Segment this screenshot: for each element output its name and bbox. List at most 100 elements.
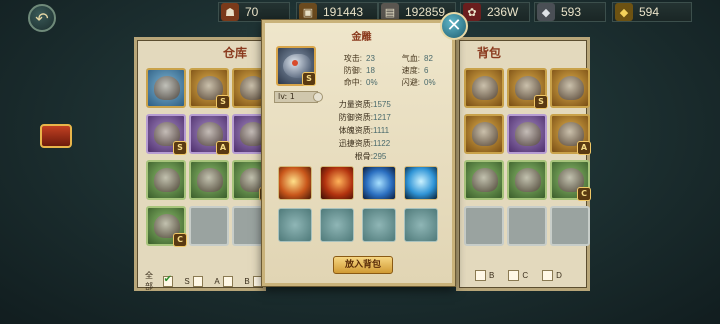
pet-slot[interactable]: C [146, 206, 187, 247]
water-orb-skill-icon[interactable] [404, 166, 438, 200]
bag-panel: 背包 S A C B C D [456, 37, 591, 291]
grade-badge: C [577, 187, 591, 201]
resource-value: 594 [639, 5, 660, 19]
close-icon: ✕ [446, 15, 462, 36]
pet-detail-modal: 金雕 S lv: 1 攻击: 23 气血: 82 防御: 18 速度: 6 命中: 0% … [262, 20, 455, 286]
bag-icon: ▣ [299, 3, 317, 21]
bag-filters: B C D [475, 270, 562, 281]
stat-label: 攻击: [343, 54, 362, 63]
grade-badge: A [216, 141, 230, 155]
pet-slot[interactable]: S [146, 114, 187, 155]
empty-skill-slot[interactable] [362, 208, 396, 242]
filter-d-checkbox[interactable] [542, 270, 554, 281]
empty-slot[interactable] [550, 206, 590, 246]
warehouse-title: 仓库 [223, 46, 248, 60]
stat-row: 攻击: 23 气血: 82 [332, 53, 452, 65]
pet-slot[interactable] [146, 160, 186, 200]
resource-value: 70 [245, 5, 259, 19]
filter-a-checkbox[interactable] [222, 275, 233, 287]
pet-icon [472, 168, 498, 192]
resource-bag: ▣ 191443 [296, 2, 378, 22]
aptitude-value: 1122 [373, 139, 391, 148]
fire-dragon-skill-icon[interactable] [278, 166, 312, 200]
aptitude-value: 1217 [373, 113, 391, 122]
empty-slot[interactable] [464, 206, 504, 246]
filter-all-label: 全部 [145, 271, 153, 291]
pet-slot[interactable]: A [550, 114, 591, 155]
pet-slot[interactable] [550, 68, 590, 108]
aptitude-value: 1111 [373, 126, 390, 135]
empty-slot[interactable] [507, 206, 547, 246]
add-to-bag-button[interactable]: 放入背包 [333, 256, 393, 274]
filter-all-checkbox[interactable] [162, 274, 173, 287]
resource-flower: ✿ 236W [460, 2, 530, 22]
aptitude-label: 体魄资质: [338, 126, 373, 135]
filter-b-label: B [489, 271, 495, 280]
phoenix-skill-icon[interactable] [320, 166, 354, 200]
aptitude-row: 体魄资质: 1111 [265, 124, 458, 137]
books-icon: ▤ [381, 3, 399, 21]
aptitude-label: 迅捷资质: [338, 139, 373, 148]
grade-badge: S [534, 95, 548, 109]
pet-slot[interactable] [464, 68, 504, 108]
aptitude-value: 1575 [373, 100, 391, 109]
stat-label: 闪避: [401, 78, 420, 87]
empty-slot[interactable] [189, 206, 229, 246]
stat-row: 防御: 18 速度: 6 [332, 65, 452, 77]
empty-skill-slot[interactable] [320, 208, 354, 242]
pet-slot[interactable]: A [189, 114, 230, 155]
stat-value: 23 [366, 54, 375, 63]
pet-slot[interactable] [464, 114, 504, 154]
stat-row: 命中: 0% 闪避: 0% [332, 77, 452, 89]
pet-icon [472, 122, 498, 146]
silver-ingot-icon: ◆ [537, 3, 555, 21]
filter-s-label: S [184, 276, 190, 286]
aptitude-label: 力量资质: [338, 100, 373, 109]
pet-icon [558, 76, 584, 100]
stat-value: 18 [366, 66, 375, 75]
back-button[interactable]: ↶ [28, 4, 56, 32]
aptitudes-block: 力量资质: 1575 防御资质: 1217 体魄资质: 1111 迅捷资质: 1122 … [265, 98, 458, 163]
pet-slot[interactable] [189, 160, 229, 200]
resource-gold: ◆ 594 [612, 2, 692, 22]
pet-icon [154, 168, 180, 192]
close-button[interactable]: ✕ [440, 12, 468, 40]
pet-slot[interactable] [464, 160, 504, 200]
pet-slot[interactable]: S [189, 68, 230, 109]
empty-skill-slot[interactable] [404, 208, 438, 242]
pet-slot[interactable]: S [507, 68, 548, 109]
stat-label: 防御: [343, 66, 362, 75]
pet-slot[interactable] [146, 68, 186, 108]
back-arrow-icon: ↶ [35, 8, 49, 28]
filter-b-label: B [244, 276, 250, 286]
resource-value: 192859 [405, 5, 446, 19]
empty-skill-slot[interactable] [278, 208, 312, 242]
pet-icon [515, 168, 541, 192]
aptitude-value: 295 [373, 152, 387, 161]
pet-name: 金雕 [351, 32, 372, 43]
pet-slot[interactable]: C [550, 160, 591, 201]
pet-slot[interactable] [507, 160, 547, 200]
resource-value: 236W [487, 5, 519, 19]
filter-b-checkbox[interactable] [475, 270, 486, 281]
resource-figure: ☗ 70 [218, 2, 290, 22]
grade-badge: C [173, 233, 187, 247]
pet-slot[interactable] [507, 114, 547, 154]
aptitude-row: 防御资质: 1217 [265, 111, 458, 124]
treasure-chest-icon[interactable] [40, 124, 72, 148]
warehouse-panel: 仓库 S S A A C 全部 S A B [134, 37, 273, 291]
stat-value: 82 [424, 54, 433, 63]
filter-a-label: A [214, 276, 220, 286]
aptitude-row: 迅捷资质: 1122 [265, 137, 458, 150]
stat-value: 0% [366, 78, 378, 87]
aptitude-row: 根骨: 295 [265, 150, 458, 163]
stat-value: 6 [424, 66, 429, 75]
filter-c-checkbox[interactable] [508, 270, 520, 281]
aptitude-label: 根骨: [354, 152, 373, 161]
bag-title: 背包 [477, 46, 502, 60]
ice-beast-skill-icon[interactable] [362, 166, 396, 200]
pet-icon [197, 168, 223, 192]
eagle-eye [292, 60, 298, 66]
figure-icon: ☗ [221, 3, 239, 21]
filter-s-checkbox[interactable] [192, 275, 203, 287]
